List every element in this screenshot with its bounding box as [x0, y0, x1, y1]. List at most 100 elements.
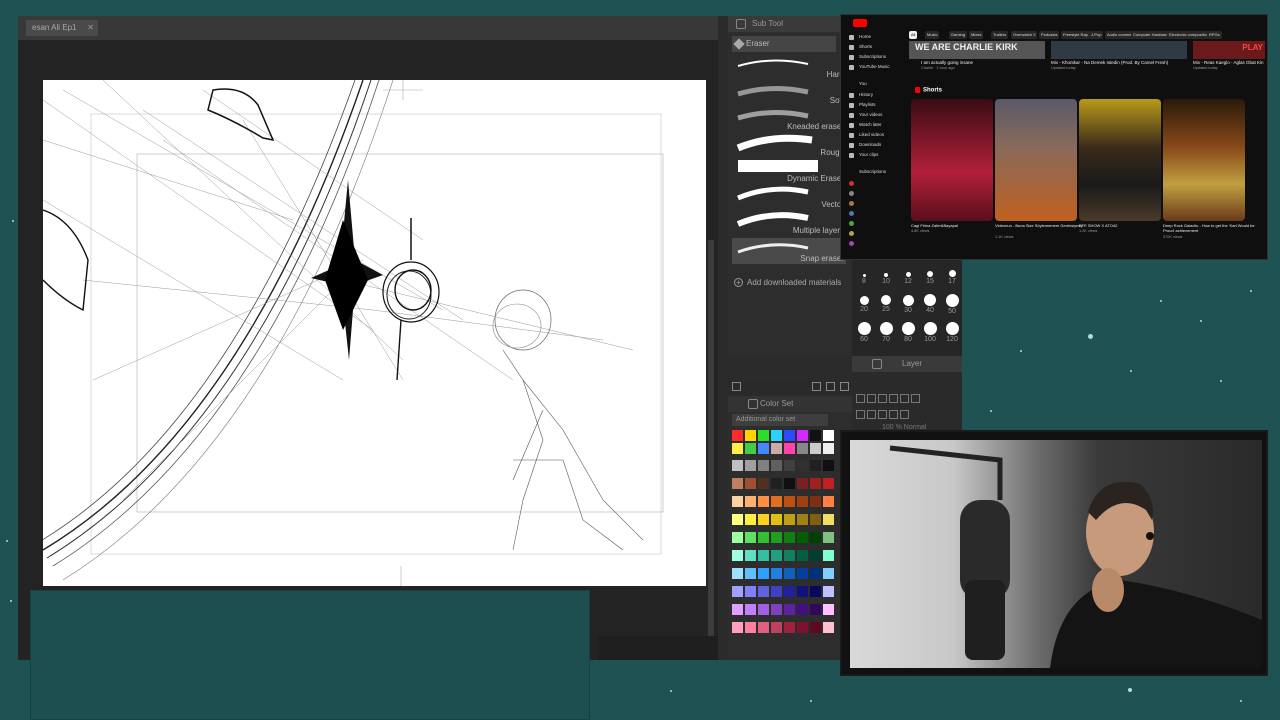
color-swatch[interactable]	[758, 622, 769, 633]
brush-size-option[interactable]: 40	[920, 294, 940, 322]
color-swatch[interactable]	[732, 443, 743, 454]
color-swatch[interactable]	[810, 550, 821, 561]
color-swatch[interactable]	[758, 514, 769, 525]
trash-icon[interactable]	[840, 382, 849, 391]
color-swatch[interactable]	[771, 586, 782, 597]
color-swatch[interactable]	[745, 514, 756, 525]
sidebar-item-downloads[interactable]: Downloads	[859, 142, 881, 147]
chip-filter[interactable]: Computer Hardware	[1131, 31, 1172, 39]
brush-size-option[interactable]: 50	[942, 294, 962, 322]
color-swatch[interactable]	[823, 532, 834, 543]
color-swatch[interactable]	[758, 586, 769, 597]
color-swatch[interactable]	[797, 604, 808, 615]
color-swatch[interactable]	[797, 496, 808, 507]
add-icon[interactable]	[812, 382, 821, 391]
color-swatch[interactable]	[810, 568, 821, 579]
color-swatch[interactable]	[745, 604, 756, 615]
color-swatch[interactable]	[810, 622, 821, 633]
color-swatch[interactable]	[732, 622, 743, 633]
brush-size-option[interactable]: 25	[876, 294, 896, 322]
color-swatch[interactable]	[810, 514, 821, 525]
color-swatch[interactable]	[732, 568, 743, 579]
brush-size-option[interactable]: 17	[942, 266, 962, 294]
new-layer-icon[interactable]	[856, 394, 865, 403]
channel-avatar[interactable]	[849, 181, 854, 186]
color-swatch[interactable]	[797, 568, 808, 579]
sidebar-item-your-videos[interactable]: Your videos	[859, 112, 882, 117]
brush-soft[interactable]: Soft	[732, 80, 846, 106]
brush-size-option[interactable]: 10	[876, 266, 896, 294]
chip-filter[interactable]: All	[909, 31, 918, 39]
color-swatch[interactable]	[771, 478, 782, 489]
color-swatch[interactable]	[732, 496, 743, 507]
brush-vector[interactable]: Vector	[732, 184, 846, 210]
brush-multiple-layers[interactable]: Multiple layers	[732, 210, 846, 236]
color-swatch[interactable]	[823, 430, 834, 441]
color-swatch[interactable]	[784, 550, 795, 561]
add-downloaded-materials-button[interactable]: + Add downloaded materials	[734, 278, 841, 287]
color-swatch[interactable]	[732, 550, 743, 561]
color-swatch[interactable]	[784, 604, 795, 615]
text-tool-icon[interactable]	[867, 394, 876, 403]
color-swatch[interactable]	[784, 532, 795, 543]
chip-filter[interactable]: J-Pop	[1089, 31, 1104, 39]
sidebar-item-clips[interactable]: Your clips	[859, 152, 878, 157]
sidebar-item-music[interactable]: YouTube Music	[859, 64, 890, 69]
brush-size-option[interactable]: 30	[898, 294, 918, 322]
color-swatch[interactable]	[732, 514, 743, 525]
color-swatch[interactable]	[758, 443, 769, 454]
color-swatch[interactable]	[745, 496, 756, 507]
brush-snap[interactable]: Snap eraser	[732, 238, 846, 264]
ref-icon[interactable]	[889, 410, 898, 419]
color-swatch[interactable]	[745, 550, 756, 561]
color-swatch[interactable]	[810, 586, 821, 597]
color-swatch[interactable]	[797, 478, 808, 489]
color-swatch[interactable]	[732, 478, 743, 489]
color-swatch[interactable]	[745, 460, 756, 471]
brush-size-option[interactable]: 60	[854, 322, 874, 350]
chip-filter[interactable]: RPGs	[1207, 31, 1222, 39]
brush-kneaded[interactable]: Kneaded eraser	[732, 106, 846, 132]
color-swatch[interactable]	[797, 586, 808, 597]
color-swatch[interactable]	[810, 496, 821, 507]
color-swatch[interactable]	[784, 586, 795, 597]
canvas-scrollbar[interactable]	[708, 240, 714, 660]
color-swatch[interactable]	[797, 550, 808, 561]
video-title[interactable]: Mix - Reas Kaeglo - Aglas Gbat Kin	[1193, 60, 1264, 65]
color-swatch[interactable]	[758, 550, 769, 561]
color-swatch[interactable]	[823, 586, 834, 597]
short-thumbnail[interactable]	[911, 99, 993, 221]
color-swatch[interactable]	[771, 496, 782, 507]
drawing-canvas[interactable]	[43, 80, 706, 586]
sidebar-item-you[interactable]: You	[859, 81, 867, 86]
color-swatch[interactable]	[771, 568, 782, 579]
color-swatch[interactable]	[823, 550, 834, 561]
color-swatch[interactable]	[758, 496, 769, 507]
color-swatch[interactable]	[823, 604, 834, 615]
brush-size-option[interactable]: 70	[876, 322, 896, 350]
sidebar-item-liked[interactable]: Liked videos	[859, 132, 884, 137]
copy-icon[interactable]	[856, 410, 865, 419]
color-swatch[interactable]	[758, 430, 769, 441]
color-swatch[interactable]	[823, 514, 834, 525]
short-title[interactable]: EFE SHOW X ATO42	[1079, 223, 1117, 228]
color-swatch[interactable]	[797, 622, 808, 633]
video-thumbnail[interactable]: PLAY	[1193, 41, 1265, 59]
color-swatch[interactable]	[797, 443, 808, 454]
brush-rough[interactable]: Rough	[732, 132, 846, 158]
sidebar-item-watch-later[interactable]: Watch later	[859, 122, 882, 127]
short-thumbnail[interactable]	[1079, 99, 1161, 221]
chip-filter[interactable]: Overwatch 2	[1011, 31, 1038, 39]
colorset-select[interactable]: Additional color set	[732, 414, 828, 426]
color-swatch[interactable]	[823, 622, 834, 633]
color-swatch[interactable]	[745, 586, 756, 597]
eraser-tab[interactable]: Eraser	[732, 36, 836, 52]
brush-dynamic[interactable]: Dynamic Eraser	[732, 158, 846, 184]
color-swatch[interactable]	[745, 622, 756, 633]
chip-filter[interactable]: Trailers	[991, 31, 1009, 39]
sidebar-item-history[interactable]: History	[859, 92, 873, 97]
color-swatch[interactable]	[797, 430, 808, 441]
brush-size-option[interactable]: 15	[920, 266, 940, 294]
color-swatch[interactable]	[784, 430, 795, 441]
color-swatch[interactable]	[810, 604, 821, 615]
